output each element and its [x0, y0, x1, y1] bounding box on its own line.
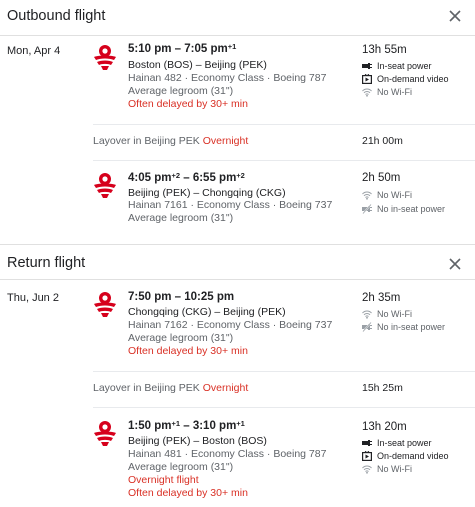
close-icon[interactable]: [447, 8, 463, 24]
divider: [93, 160, 475, 161]
power-icon: [362, 440, 372, 446]
power-icon: [362, 63, 372, 69]
leg-times: 5:10 pm – 7:05 pm+1: [128, 42, 237, 55]
leg-route: Beijing (PEK) – Chongqing (CKG): [128, 187, 286, 199]
video-icon: [362, 74, 372, 84]
leg-duration: 13h 55m: [362, 44, 407, 56]
no-wifi-icon: [362, 465, 372, 474]
divider: [93, 371, 475, 372]
layover-info: Layover in Beijing PEK Overnight: [93, 135, 249, 147]
hainan-airlines-logo: [94, 292, 116, 317]
delay-warning: Often delayed by 30+ min: [128, 345, 248, 357]
outbound-date: Mon, Apr 4: [7, 45, 61, 57]
amenity-no-wifi: No Wi-Fi: [362, 308, 412, 320]
return-title: Return flight: [7, 255, 86, 271]
leg-times: 4:05 pm+2 – 6:55 pm+2: [128, 171, 245, 184]
leg-duration: 2h 50m: [362, 172, 401, 184]
outbound-header: Outbound flight: [0, 0, 475, 36]
hainan-airlines-logo: [94, 421, 116, 446]
leg-legroom: Average legroom (31"): [128, 85, 234, 97]
amenity-video: On-demand video: [362, 450, 449, 462]
delay-warning: Often delayed by 30+ min: [128, 487, 248, 499]
no-wifi-icon: [362, 310, 372, 319]
outbound-title: Outbound flight: [7, 8, 106, 24]
leg-times: 1:50 pm+1 – 3:10 pm+1: [128, 419, 245, 432]
amenity-no-power: No in-seat power: [362, 321, 445, 333]
hainan-airlines-logo: [94, 45, 116, 70]
layover-duration: 21h 00m: [362, 135, 403, 147]
no-wifi-icon: [362, 88, 372, 97]
divider: [93, 407, 475, 408]
close-icon[interactable]: [447, 256, 463, 272]
leg-flight-info: Hainan 7161 · Economy Class · Boeing 737: [128, 199, 333, 211]
leg-route: Beijing (PEK) – Boston (BOS): [128, 435, 267, 447]
leg-flight-info: Hainan 7162 · Economy Class · Boeing 737: [128, 319, 333, 331]
leg-flight-info: Hainan 482 · Economy Class · Boeing 787: [128, 72, 327, 84]
amenity-power: In-seat power: [362, 437, 432, 449]
amenity-no-wifi: No Wi-Fi: [362, 189, 412, 201]
leg-times: 7:50 pm – 10:25 pm: [128, 291, 235, 303]
leg-legroom: Average legroom (31"): [128, 461, 234, 473]
leg-route: Chongqing (CKG) – Beijing (PEK): [128, 306, 286, 318]
leg-legroom: Average legroom (31"): [128, 212, 234, 224]
amenity-no-wifi: No Wi-Fi: [362, 463, 412, 475]
leg-route: Boston (BOS) – Beijing (PEK): [128, 59, 267, 71]
no-power-icon: [362, 204, 372, 214]
hainan-airlines-logo: [94, 173, 116, 198]
delay-warning: Often delayed by 30+ min: [128, 98, 248, 110]
layover-duration: 15h 25m: [362, 382, 403, 394]
return-header: Return flight: [0, 244, 475, 280]
amenity-no-power: No in-seat power: [362, 203, 445, 215]
divider: [93, 124, 475, 125]
amenity-no-wifi: No Wi-Fi: [362, 86, 412, 98]
video-icon: [362, 451, 372, 461]
leg-duration: 13h 20m: [362, 421, 407, 433]
layover-info: Layover in Beijing PEK Overnight: [93, 382, 249, 394]
no-power-icon: [362, 322, 372, 332]
leg-duration: 2h 35m: [362, 292, 401, 304]
amenity-video: On-demand video: [362, 73, 449, 85]
overnight-flight-note: Overnight flight: [128, 474, 199, 486]
leg-flight-info: Hainan 481 · Economy Class · Boeing 787: [128, 448, 327, 460]
amenity-power: In-seat power: [362, 60, 432, 72]
return-date: Thu, Jun 2: [7, 292, 59, 304]
no-wifi-icon: [362, 191, 372, 200]
leg-legroom: Average legroom (31"): [128, 332, 234, 344]
